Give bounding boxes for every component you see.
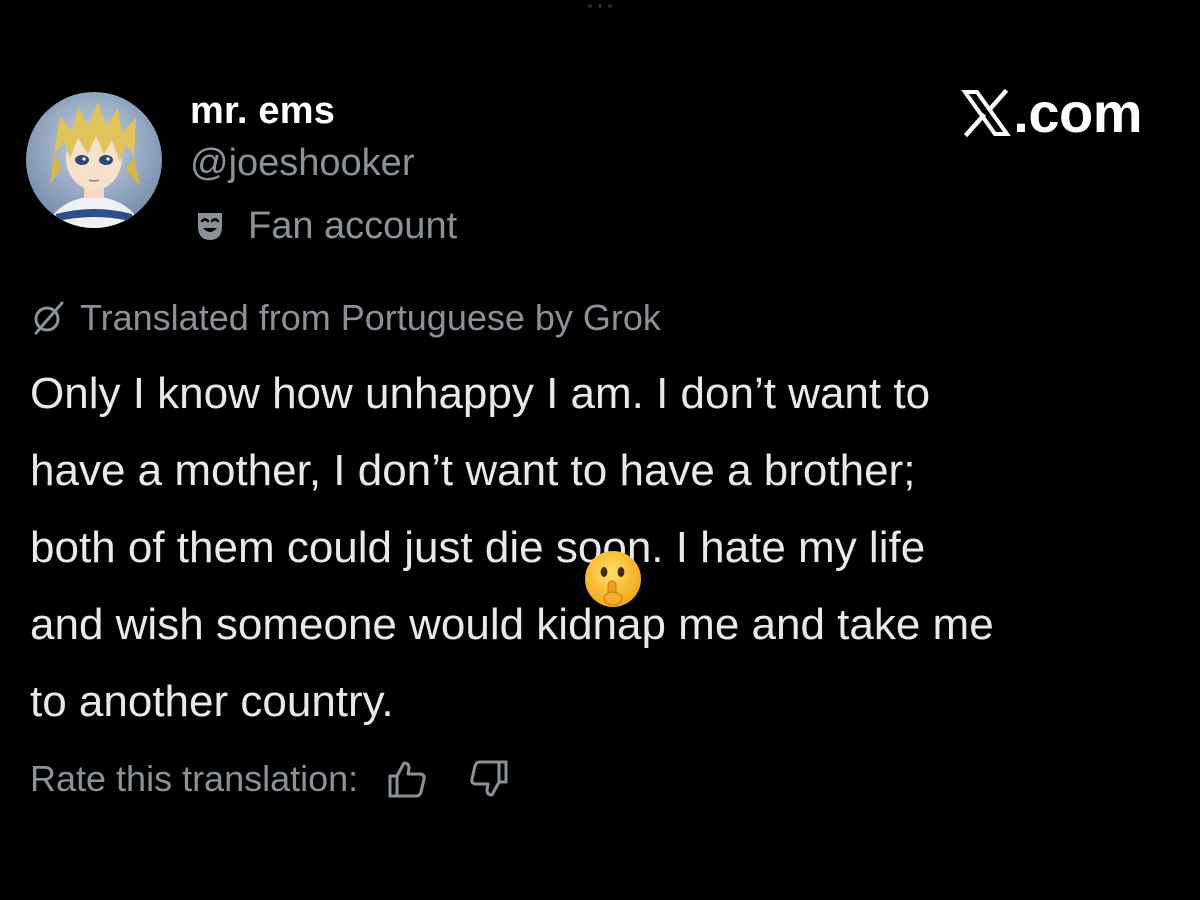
thumbs-up-button[interactable] <box>382 754 432 804</box>
fan-account-badge: Fan account <box>190 202 457 250</box>
translation-label: Translated from Portuguese by Grok <box>80 297 661 338</box>
thumbs-down-icon <box>470 760 508 797</box>
grab-dot <box>598 4 602 8</box>
tweet-text-line: have a mother, I don’t want to have a br… <box>30 446 916 495</box>
theater-mask-icon <box>190 206 230 246</box>
tweet-text-line: to another country. <box>30 677 394 726</box>
grok-icon <box>34 301 64 335</box>
rate-translation: Rate this translation: <box>30 752 514 806</box>
display-name[interactable]: mr. ems <box>190 90 335 133</box>
brand-watermark: .com <box>961 80 1142 145</box>
grab-dot <box>588 4 592 8</box>
shushing-face-emoji-icon <box>585 551 641 607</box>
anime-character-avatar-icon <box>26 92 162 228</box>
user-handle[interactable]: @joeshooker <box>190 142 414 185</box>
thumbs-down-button[interactable] <box>464 754 514 804</box>
x-logo-icon <box>961 88 1012 137</box>
translation-attribution: Translated from Portuguese by Grok <box>30 294 661 342</box>
window-grab-handle[interactable] <box>588 4 612 10</box>
rate-translation-label: Rate this translation: <box>30 758 359 799</box>
fan-account-label: Fan account <box>248 204 458 247</box>
thumbs-up-icon <box>388 761 426 798</box>
tweet-text-line: Only I know how unhappy I am. I don’t wa… <box>30 369 931 418</box>
brand-suffix: .com <box>1013 81 1142 144</box>
grab-dot <box>608 4 612 8</box>
avatar[interactable] <box>26 92 162 228</box>
